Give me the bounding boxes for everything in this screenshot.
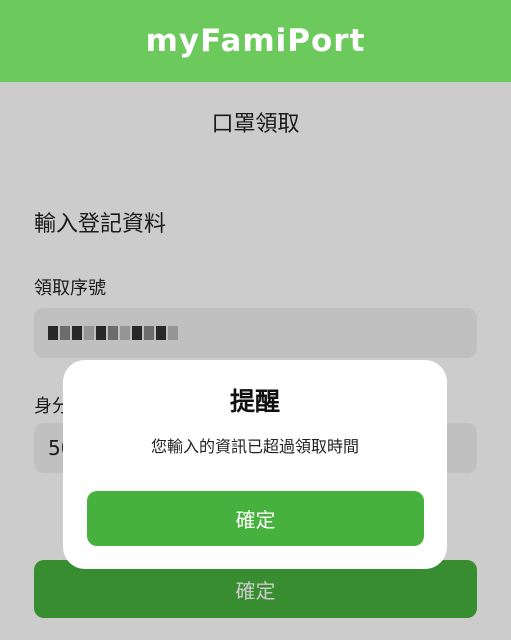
alert-dialog: 提醒 您輸入的資訊已超過領取時間 確定 [63,360,447,569]
app-header: myFamiPort [0,0,511,82]
dialog-confirm-button[interactable]: 確定 [87,491,424,546]
dialog-title: 提醒 [229,387,280,416]
app-logo: myFamiPort [145,23,366,59]
dialog-message: 您輸入的資訊已超過領取時間 [150,437,359,456]
